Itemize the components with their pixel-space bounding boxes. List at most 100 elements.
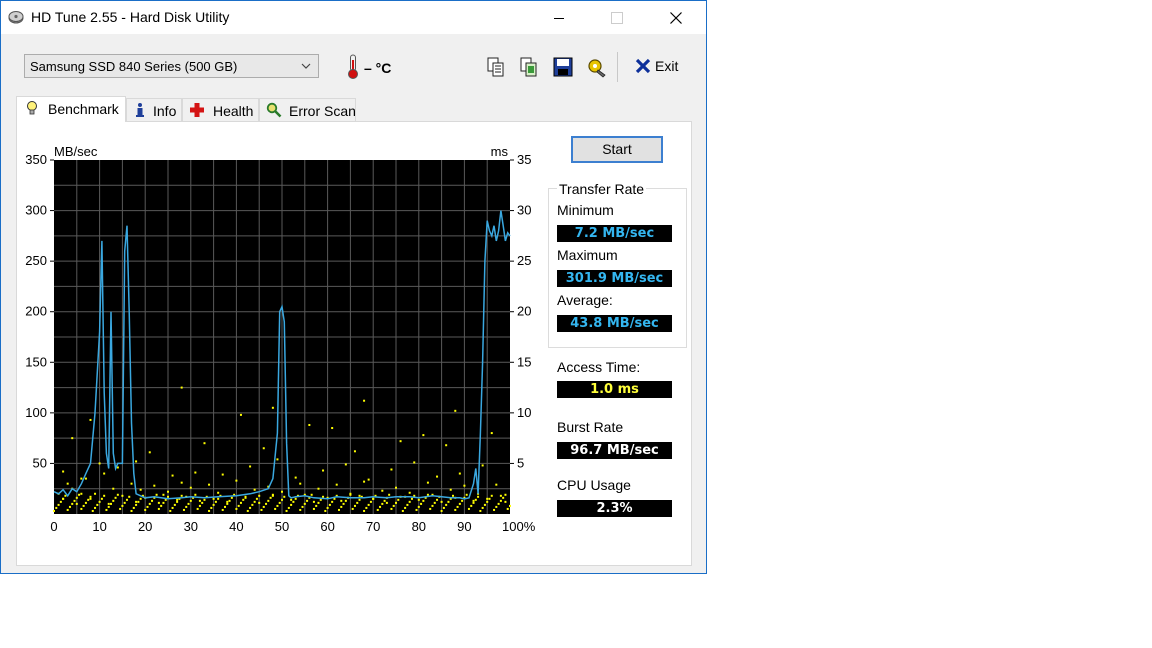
access-time-point bbox=[251, 503, 254, 506]
tab-health[interactable]: Health bbox=[182, 98, 259, 121]
access-time-point bbox=[110, 502, 112, 505]
access-time-point bbox=[458, 502, 461, 505]
access-time-point bbox=[429, 507, 432, 510]
lightbulb-icon bbox=[27, 101, 37, 115]
access-time-point bbox=[121, 504, 124, 507]
access-time-point bbox=[315, 504, 318, 507]
access-time-point bbox=[132, 506, 135, 509]
access-time-point bbox=[465, 493, 468, 496]
access-time-point bbox=[385, 501, 388, 504]
minimum-value: 7.2 MB/sec bbox=[557, 225, 672, 242]
access-time-point bbox=[463, 484, 466, 487]
access-time-point bbox=[422, 499, 425, 502]
tab-info[interactable]: Info bbox=[126, 98, 182, 121]
access-time-point bbox=[194, 493, 197, 496]
maximize-button[interactable] bbox=[594, 1, 640, 34]
x-tick-label: 30 bbox=[184, 519, 198, 534]
access-time-point bbox=[135, 460, 138, 463]
access-time-point bbox=[481, 464, 484, 467]
access-time-point bbox=[226, 500, 229, 503]
minimize-button[interactable] bbox=[536, 1, 582, 34]
access-time-point bbox=[62, 497, 65, 500]
access-time-point bbox=[84, 501, 87, 504]
access-time-point bbox=[157, 507, 160, 510]
access-time-point bbox=[287, 506, 290, 509]
access-time-point bbox=[458, 472, 461, 475]
access-time-point bbox=[486, 497, 489, 500]
access-time-point bbox=[299, 482, 302, 485]
access-time-point bbox=[399, 440, 402, 443]
access-time-point bbox=[367, 478, 370, 481]
x-tick-label: 70 bbox=[366, 519, 380, 534]
access-time-point bbox=[331, 427, 334, 430]
start-button[interactable]: Start bbox=[571, 136, 663, 163]
access-time-point bbox=[171, 506, 174, 509]
hdtune-app-icon bbox=[8, 11, 24, 24]
access-time-point bbox=[344, 463, 347, 466]
access-time-point bbox=[472, 499, 475, 502]
x-tick-label: 20 bbox=[138, 519, 152, 534]
access-time-point bbox=[119, 507, 122, 510]
transfer-rate-title: Transfer Rate bbox=[557, 181, 647, 197]
access-time-point bbox=[365, 506, 368, 509]
access-time-point bbox=[98, 500, 101, 503]
drive-select[interactable]: Samsung SSD 840 Series (500 GB) bbox=[24, 54, 319, 78]
access-time-point bbox=[208, 509, 211, 512]
cpu-usage-label: CPU Usage bbox=[557, 477, 631, 493]
access-time-point bbox=[107, 502, 110, 505]
close-button[interactable] bbox=[653, 1, 699, 34]
benchmark-chart: 3503002502001501005035302520151050 10 20 30… bbox=[25, 144, 535, 534]
access-time-point bbox=[502, 496, 505, 499]
access-time-point bbox=[278, 501, 281, 504]
tab-benchmark[interactable]: Benchmark bbox=[16, 96, 126, 122]
options-icon[interactable] bbox=[586, 56, 608, 78]
access-time-point bbox=[406, 503, 409, 506]
access-time-point bbox=[80, 507, 83, 510]
access-time-point bbox=[271, 406, 274, 409]
access-time-point bbox=[84, 477, 87, 480]
save-icon[interactable] bbox=[552, 56, 574, 78]
access-time-point bbox=[249, 465, 252, 468]
access-time-point bbox=[267, 499, 270, 502]
access-time-point bbox=[408, 491, 411, 494]
tab-health-label: Health bbox=[213, 103, 254, 119]
access-time-point bbox=[160, 504, 163, 507]
toolbar-separator bbox=[617, 52, 618, 82]
access-time-point bbox=[260, 508, 263, 511]
access-time-point bbox=[294, 476, 297, 479]
access-time-point bbox=[125, 498, 128, 501]
copy-text-icon[interactable] bbox=[485, 56, 507, 78]
access-time-point bbox=[167, 490, 169, 493]
access-time-point bbox=[55, 506, 58, 509]
access-time-point bbox=[53, 509, 55, 512]
access-time-point bbox=[153, 484, 156, 487]
minimize-icon bbox=[554, 17, 564, 19]
x-tick-label: 90 bbox=[457, 519, 471, 534]
access-time-point bbox=[290, 503, 293, 506]
access-time-point bbox=[495, 483, 498, 486]
access-time-point bbox=[62, 470, 65, 473]
access-time-point bbox=[103, 494, 106, 497]
title-bar[interactable]: HD Tune 2.55 - Hard Disk Utility bbox=[1, 1, 706, 34]
access-time-point bbox=[265, 502, 268, 505]
access-time-point bbox=[112, 499, 115, 502]
exit-button[interactable]: Exit bbox=[633, 56, 683, 78]
access-time-point bbox=[155, 493, 158, 496]
access-time-point bbox=[499, 499, 502, 502]
access-time-point bbox=[80, 477, 83, 480]
access-time-point bbox=[82, 504, 85, 507]
access-time-point bbox=[431, 504, 434, 507]
access-time-point bbox=[376, 508, 379, 511]
copy-screen-icon[interactable] bbox=[518, 56, 540, 78]
access-time-point bbox=[363, 399, 366, 402]
y-left-tick-label: 250 bbox=[25, 253, 47, 268]
access-time-point bbox=[294, 497, 297, 500]
access-time-point bbox=[504, 500, 507, 503]
access-time-point bbox=[189, 486, 192, 489]
access-time-point bbox=[283, 495, 286, 498]
access-time-point bbox=[493, 508, 496, 511]
access-time-point bbox=[363, 509, 366, 512]
tab-error-scan[interactable]: Error Scan bbox=[259, 98, 356, 121]
access-time-point bbox=[230, 496, 233, 499]
y-left-axis-label: MB/sec bbox=[54, 144, 98, 159]
